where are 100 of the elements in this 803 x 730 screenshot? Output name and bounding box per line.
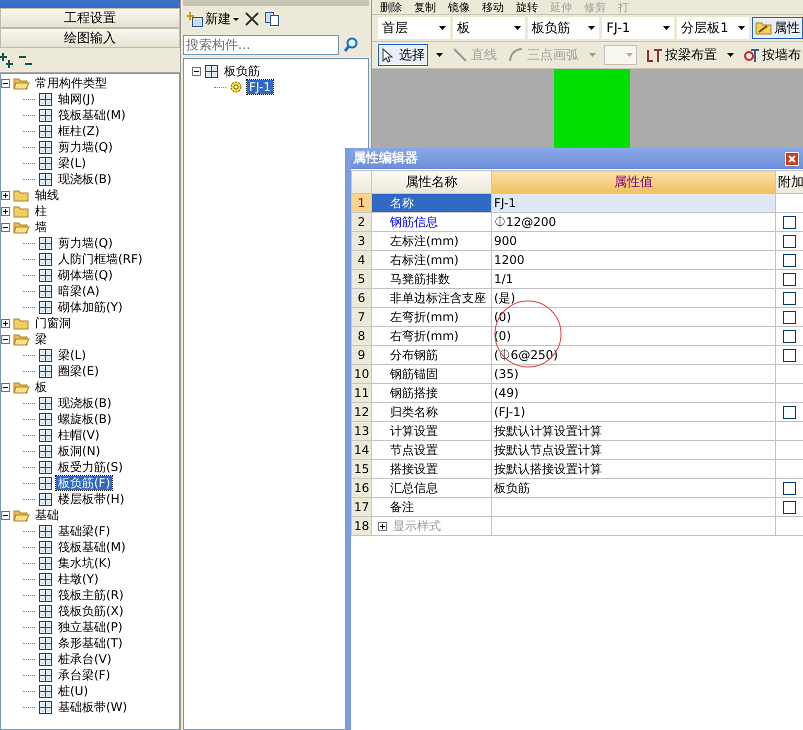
tree-item[interactable]: 人防门框墙(RF) <box>56 252 145 266</box>
tree-item[interactable]: 独立基础(P) <box>56 620 125 634</box>
tool-button[interactable]: 按墙布 <box>742 44 803 66</box>
checkbox[interactable] <box>783 216 796 228</box>
tree-item[interactable]: FJ-1 <box>247 80 273 94</box>
tree-item[interactable]: 梁 <box>33 332 49 346</box>
tree-item[interactable]: 柱 <box>33 204 49 218</box>
collapse-icon[interactable] <box>1 510 10 520</box>
search-field[interactable]: 搜索构件... <box>183 35 339 55</box>
collapse-icon[interactable] <box>1 222 10 232</box>
expand-icon[interactable] <box>1 206 10 216</box>
toolbar-button[interactable]: 移动 <box>480 0 506 14</box>
tree-item[interactable]: 暗梁(A) <box>56 284 102 298</box>
tree-item[interactable]: 剪力墙(Q) <box>56 236 115 250</box>
new-button[interactable]: 新建 <box>187 10 239 28</box>
tree-item[interactable]: 基础板带(W) <box>56 700 130 714</box>
tree-item[interactable]: 梁(L) <box>56 156 88 170</box>
property-value[interactable]: 按默认搭接设置计算 <box>492 460 776 478</box>
expand-icon[interactable] <box>1 318 10 328</box>
tree-item[interactable]: 筏板主筋(R) <box>56 588 126 602</box>
tree-item[interactable]: 墙 <box>33 220 49 234</box>
dropdown[interactable]: 首层 <box>378 17 450 39</box>
tree-item[interactable]: 现浇板(B) <box>56 396 114 410</box>
collapse-icon[interactable] <box>1 382 10 392</box>
property-value[interactable]: (FJ-1) <box>492 402 776 422</box>
property-button[interactable]: 属性 <box>752 17 803 39</box>
tree-item[interactable]: 基础 <box>33 508 61 522</box>
property-value[interactable]: (49) <box>492 384 776 402</box>
tree-item[interactable]: 螺旋板(B) <box>56 412 114 426</box>
checkbox[interactable] <box>783 348 796 362</box>
tree-item[interactable]: 常用构件类型 <box>33 76 109 90</box>
delete-icon[interactable] <box>245 12 259 26</box>
tree-item[interactable]: 承台梁(F) <box>56 668 112 682</box>
toolbar-button[interactable]: 删除 <box>378 0 404 14</box>
property-value[interactable]: 1/1 <box>492 270 776 288</box>
toolbar-button[interactable]: 旋转 <box>514 0 540 14</box>
tree-item[interactable]: 门窗洞 <box>33 316 73 330</box>
checkbox[interactable] <box>783 482 796 494</box>
checkbox[interactable] <box>783 234 796 248</box>
tree-item[interactable]: 楼层板带(H) <box>56 492 126 506</box>
tree-item[interactable]: 圈梁(E) <box>56 364 101 378</box>
tree-item[interactable]: 轴网(J) <box>56 92 97 106</box>
copy-icon[interactable] <box>265 12 279 26</box>
tree-item[interactable]: 板负筋 <box>222 64 262 78</box>
dropdown[interactable]: 分层板1 <box>677 17 749 39</box>
tree-item[interactable]: 柱帽(V) <box>56 428 102 442</box>
tree-item[interactable]: 框柱(Z) <box>56 124 102 138</box>
dropdown[interactable]: 板 <box>452 17 525 39</box>
property-value[interactable]: 按默认计算设置计算 <box>492 422 776 440</box>
tree-item[interactable]: 剪力墙(Q) <box>56 140 115 154</box>
tree-item[interactable]: 板 <box>33 380 49 394</box>
collapse-icon[interactable] <box>192 66 201 76</box>
tool-button[interactable]: 选择 <box>378 44 428 66</box>
toolbar-button[interactable]: 复制 <box>412 0 438 14</box>
caret-icon[interactable] <box>436 53 443 57</box>
tree-item[interactable]: 板洞(N) <box>56 444 102 458</box>
tree-item[interactable]: 筏板负筋(X) <box>56 604 126 618</box>
checkbox[interactable] <box>783 330 796 342</box>
tree-item[interactable]: 桩承台(V) <box>56 652 114 666</box>
tree-item[interactable]: 板负筋(F) <box>56 476 112 490</box>
checkbox[interactable] <box>783 292 796 304</box>
tree-item[interactable]: 梁(L) <box>56 348 88 362</box>
caret-icon[interactable] <box>727 53 734 57</box>
search-icon[interactable] <box>343 37 359 53</box>
property-value[interactable]: ⏀12@200 <box>492 212 776 232</box>
tree-item[interactable]: 条形基础(T) <box>56 636 125 650</box>
checkbox[interactable] <box>783 500 796 514</box>
nav-button[interactable]: 工程设置 <box>0 8 180 28</box>
tree-item[interactable]: 柱墩(Y) <box>56 572 101 586</box>
property-value[interactable]: 1200 <box>492 250 776 270</box>
expand-icon[interactable] <box>378 522 387 530</box>
checkbox[interactable] <box>783 406 796 418</box>
collapse-icon[interactable] <box>1 78 10 88</box>
close-button[interactable] <box>785 152 799 166</box>
checkbox[interactable] <box>783 272 796 286</box>
tree-item[interactable]: 桩(U) <box>56 684 90 698</box>
tree-item[interactable]: 板受力筋(S) <box>56 460 125 474</box>
property-value[interactable]: FJ-1 <box>492 194 776 212</box>
tree-item[interactable]: 现浇板(B) <box>56 172 114 186</box>
expand-icon[interactable] <box>1 190 10 200</box>
tree-item[interactable]: 砌体加筋(Y) <box>56 300 125 314</box>
tree-item[interactable]: 筏板基础(M) <box>56 108 128 122</box>
property-value[interactable]: 900 <box>492 232 776 250</box>
toolbar-button[interactable]: 镜像 <box>446 0 472 14</box>
property-value[interactable]: 板负筋 <box>492 478 776 498</box>
tree-item[interactable]: 集水坑(K) <box>56 556 114 570</box>
property-link[interactable]: 钢筋信息 <box>390 214 438 228</box>
tool-button[interactable]: 按梁布置 <box>645 44 719 66</box>
tree-item[interactable]: 砌体墙(Q) <box>56 268 115 282</box>
property-value[interactable]: (是) <box>492 288 776 308</box>
dropdown[interactable]: FJ-1 <box>602 17 674 39</box>
property-value[interactable]: 按默认节点设置计算 <box>492 440 776 460</box>
property-value[interactable]: (35) <box>492 364 776 384</box>
nav-button[interactable]: 绘图输入 <box>0 28 180 48</box>
property-value[interactable]: (0) <box>492 326 776 346</box>
tree-item[interactable]: 轴线 <box>33 188 61 202</box>
tree-item[interactable]: 基础梁(F) <box>56 524 112 538</box>
dropdown[interactable]: 板负筋 <box>528 17 600 39</box>
checkbox[interactable] <box>783 310 796 324</box>
checkbox[interactable] <box>783 254 796 266</box>
